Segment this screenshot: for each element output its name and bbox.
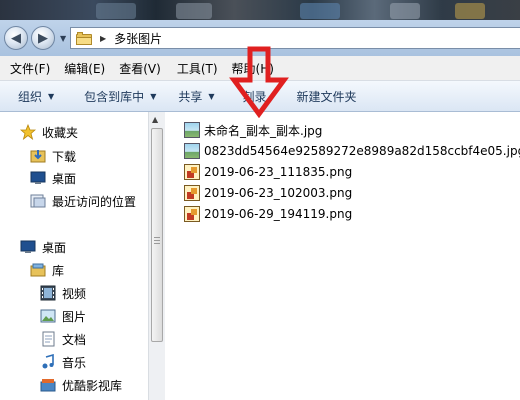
forward-arrow-icon[interactable]: ▶	[31, 26, 55, 50]
nav-item-youku-library[interactable]: 优酷影视库	[40, 375, 122, 395]
nav-item-label: 文档	[62, 332, 87, 347]
organize-button[interactable]: 组织 ▼	[18, 88, 54, 105]
nav-item-recent-places[interactable]: 最近访问的位置	[30, 191, 136, 211]
file-name: 2019-06-23_111835.png	[204, 165, 353, 179]
chevron-down-icon: ▼	[150, 91, 157, 101]
chevron-down-icon: ▼	[48, 91, 55, 101]
library-icon	[30, 262, 46, 278]
documents-icon	[40, 331, 56, 347]
star-icon	[19, 123, 37, 141]
file-name: 2019-06-23_102003.png	[204, 186, 353, 200]
list-item[interactable]: 2019-06-23_111835.png	[184, 162, 352, 182]
video-icon	[40, 285, 56, 301]
scroll-up-icon[interactable]: ▲	[152, 115, 158, 124]
music-icon	[40, 353, 56, 370]
file-name: 未命名_副本_副本.jpg	[204, 123, 323, 138]
navigation-pane-scrollbar[interactable]: ▲	[148, 112, 165, 400]
file-name: 2019-06-29_194119.png	[204, 207, 353, 221]
pictures-icon	[40, 308, 56, 324]
nav-item-label: 图片	[62, 309, 87, 324]
address-bar[interactable]: ▶ 多张图片	[70, 27, 520, 49]
nav-item-label: 优酷影视库	[62, 378, 123, 393]
nav-item-desktop-fav[interactable]: 桌面	[30, 168, 76, 188]
share-label: 共享	[178, 89, 203, 104]
list-item[interactable]: 2019-06-23_102003.png	[184, 183, 352, 203]
image-file-icon	[184, 143, 200, 159]
download-folder-icon	[30, 148, 46, 164]
nav-item-downloads[interactable]: 下载	[30, 146, 76, 166]
include-in-library-label: 包含到库中	[84, 89, 145, 104]
nav-favorites[interactable]: 收藏夹	[19, 122, 79, 142]
menu-file[interactable]: 文件(F)	[10, 60, 50, 77]
nav-item-label: 库	[52, 263, 65, 278]
new-folder-button[interactable]: 新建文件夹	[297, 88, 357, 105]
nav-item-label: 下载	[52, 149, 77, 164]
desktop-icon	[20, 239, 36, 255]
recent-pages-dropdown-icon[interactable]: ▼	[60, 34, 68, 44]
breadcrumb-chevron-icon[interactable]: ▶	[100, 34, 106, 43]
file-list: 未命名_副本_副本.jpg 0823dd54564e92589272e8989a…	[166, 112, 520, 400]
nav-desktop[interactable]: 桌面	[20, 237, 66, 257]
nav-item-pictures[interactable]: 图片	[40, 306, 86, 326]
nav-desktop-label: 桌面	[42, 240, 67, 255]
nav-favorites-label: 收藏夹	[42, 125, 79, 140]
png-file-icon	[184, 164, 200, 180]
recent-places-icon	[30, 193, 46, 209]
menu-view[interactable]: 查看(V)	[119, 60, 161, 77]
desktop-icon	[30, 170, 46, 186]
navigation-pane: 收藏夹 下载 桌面 最近访问的位置 桌面 库 视频 图片 文档 音乐 优酷影视库	[0, 112, 148, 400]
nav-item-label: 视频	[62, 286, 87, 301]
list-item[interactable]: 未命名_副本_副本.jpg	[184, 120, 322, 140]
nav-item-music[interactable]: 音乐	[40, 352, 86, 372]
list-item[interactable]: 0823dd54564e92589272e8989a82d158ccbf4e05…	[184, 141, 520, 161]
menu-edit[interactable]: 编辑(E)	[64, 60, 105, 77]
nav-item-label: 最近访问的位置	[52, 194, 137, 209]
png-file-icon	[184, 185, 200, 201]
include-in-library-button[interactable]: 包含到库中 ▼	[84, 88, 156, 105]
share-button[interactable]: 共享 ▼	[178, 88, 214, 105]
red-down-arrow-annotation	[229, 46, 289, 118]
folder-icon	[76, 31, 92, 45]
png-file-icon	[184, 206, 200, 222]
new-folder-label: 新建文件夹	[296, 89, 357, 104]
image-file-icon	[184, 122, 200, 138]
nav-item-label: 桌面	[52, 171, 77, 186]
nav-item-library[interactable]: 库	[30, 260, 64, 280]
nav-item-videos[interactable]: 视频	[40, 283, 86, 303]
nav-item-label: 音乐	[62, 355, 87, 370]
scrollbar-thumb[interactable]	[151, 128, 163, 342]
chevron-down-icon: ▼	[208, 91, 215, 101]
organize-label: 组织	[18, 89, 43, 104]
youku-library-icon	[40, 377, 56, 393]
list-item[interactable]: 2019-06-29_194119.png	[184, 204, 352, 224]
back-arrow-icon[interactable]: ◀	[4, 26, 28, 50]
menu-tools[interactable]: 工具(T)	[177, 60, 218, 77]
breadcrumb-current-folder[interactable]: 多张图片	[114, 30, 162, 47]
nav-item-documents[interactable]: 文档	[40, 329, 86, 349]
file-name: 0823dd54564e92589272e8989a82d158ccbf4e05…	[204, 144, 520, 158]
